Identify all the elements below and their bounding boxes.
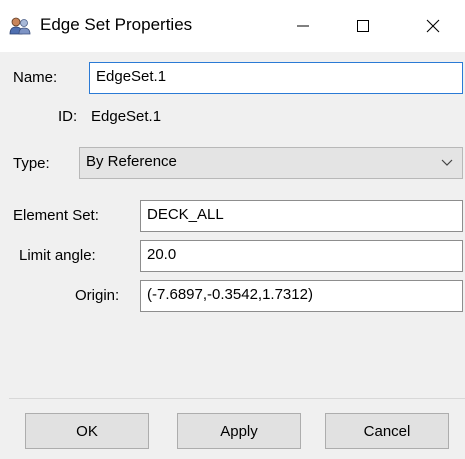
- origin-input[interactable]: (-7.6897,-0.3542,1.7312): [140, 280, 463, 312]
- title-bar[interactable]: Edge Set Properties: [0, 0, 465, 52]
- maximize-button[interactable]: [340, 0, 386, 52]
- close-button[interactable]: [410, 0, 456, 52]
- ok-button[interactable]: OK: [25, 413, 149, 449]
- id-label: ID:: [58, 108, 78, 125]
- close-icon: [426, 19, 440, 33]
- cancel-button[interactable]: Cancel: [325, 413, 449, 449]
- name-input[interactable]: EdgeSet.1: [89, 62, 463, 94]
- minimize-icon: [297, 25, 309, 27]
- type-select[interactable]: By Reference: [79, 147, 463, 179]
- name-label: Name:: [13, 69, 58, 86]
- edge-set-icon: [9, 17, 31, 35]
- window-title: Edge Set Properties: [40, 15, 193, 34]
- element-set-label: Element Set:: [13, 207, 99, 224]
- origin-label: Origin:: [75, 287, 120, 304]
- limit-angle-label: Limit angle:: [19, 247, 96, 264]
- element-set-input[interactable]: DECK_ALL: [140, 200, 463, 232]
- limit-angle-input[interactable]: 20.0: [140, 240, 463, 272]
- edge-set-properties-dialog: Edge Set Properties Name: EdgeSet.1 ID: …: [0, 0, 465, 459]
- form-panel: Name: EdgeSet.1 ID: EdgeSet.1 Type: By R…: [9, 52, 465, 398]
- type-label: Type:: [13, 155, 50, 172]
- id-value: EdgeSet.1: [91, 108, 162, 125]
- apply-button[interactable]: Apply: [177, 413, 301, 449]
- maximize-icon: [357, 20, 369, 32]
- dialog-frame: [0, 52, 9, 459]
- chevron-down-icon: [441, 159, 453, 166]
- type-select-value: By Reference: [86, 153, 177, 170]
- minimize-button[interactable]: [280, 0, 326, 52]
